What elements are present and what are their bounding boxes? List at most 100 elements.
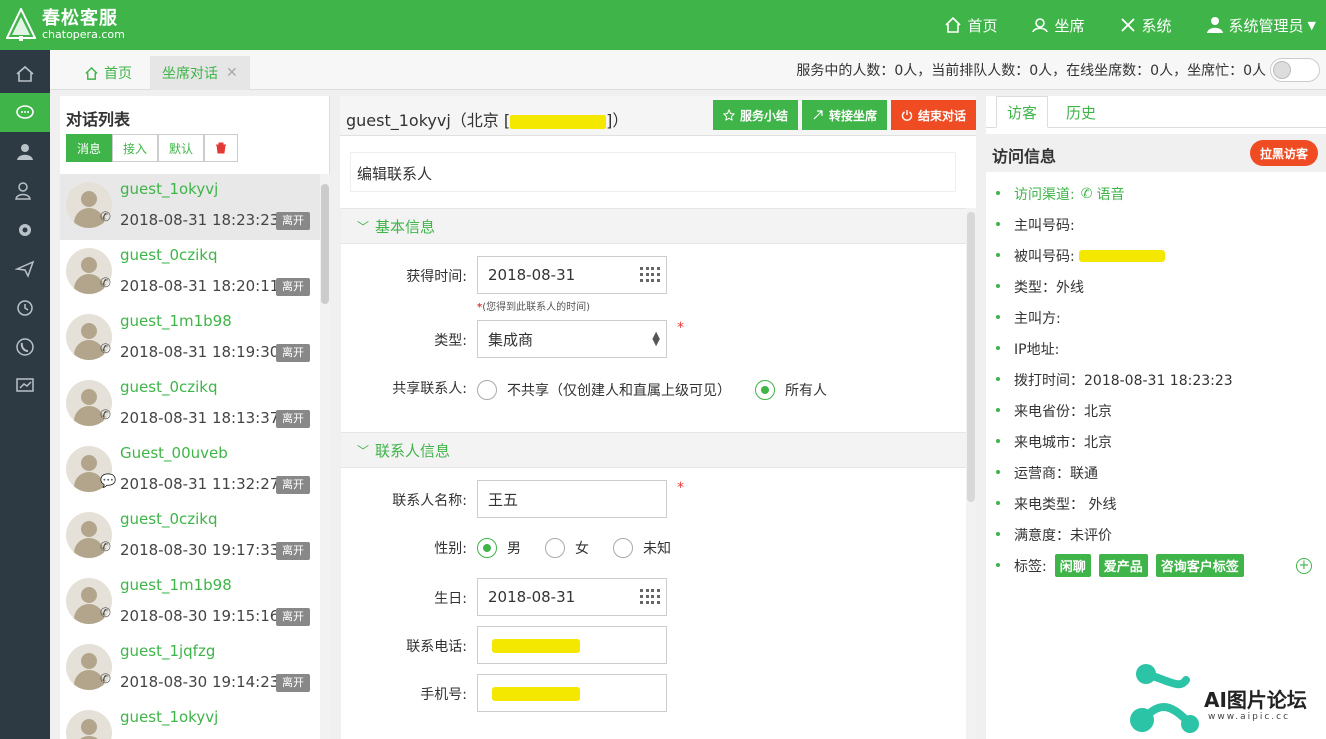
- conversation-item[interactable]: ✆guest_1okyvj: [60, 702, 320, 739]
- status-badge: 离开: [276, 410, 310, 428]
- conversation-scrollbar[interactable]: [320, 174, 330, 739]
- form-scrollbar[interactable]: [966, 208, 976, 739]
- conversation-name: guest_0czikq: [120, 510, 218, 528]
- rail-chat[interactable]: [0, 93, 50, 132]
- edit-contact-title: 编辑联系人: [350, 152, 956, 192]
- obtain-time-value: 2018-08-31: [488, 266, 576, 284]
- watermark-logo-icon: [1130, 664, 1199, 733]
- filter-default-button[interactable]: 默认: [158, 134, 205, 162]
- home-icon: [945, 16, 962, 33]
- side-rail: [0, 50, 50, 739]
- delete-button[interactable]: [204, 134, 239, 162]
- tab-agent-chat[interactable]: 坐席对话 ✕: [150, 56, 250, 90]
- conversation-time: 2018-08-31 11:32:27: [120, 475, 280, 493]
- logo-subtitle: chatopera.com: [42, 28, 125, 41]
- chevron-down-icon: ﹀: [357, 219, 370, 234]
- rail-send[interactable]: [0, 249, 50, 288]
- transfer-agent-button[interactable]: 转接坐席: [801, 100, 887, 130]
- pine-tree-logo-icon: [6, 8, 36, 41]
- home-icon: [16, 65, 34, 82]
- conversation-name: guest_1okyvj: [120, 708, 219, 726]
- conversation-item[interactable]: ✆ guest_1okyvj 2018-08-31 18:23:23 离开: [60, 174, 320, 240]
- chat-header: guest_1okyvj（北京 []） 服务小结 转接坐席 结束对话: [340, 96, 976, 136]
- chat-bubble-icon: [16, 104, 34, 119]
- basic-info-section[interactable]: ﹀ 基本信息: [341, 208, 966, 244]
- status-badge: 离开: [276, 212, 310, 230]
- radio-checked-icon: [755, 380, 775, 400]
- tag-chip[interactable]: 爱产品: [1098, 554, 1148, 577]
- rail-contacts[interactable]: [0, 171, 50, 210]
- watermark: AI图片论坛 www.aipic.cc: [1128, 660, 1326, 739]
- obtain-time-hint: *(您得到此联系人的时间): [477, 302, 591, 313]
- nav-agent[interactable]: 坐席: [1031, 15, 1085, 36]
- contact-name-input[interactable]: 王五: [477, 480, 667, 518]
- contacts-icon: [15, 181, 31, 200]
- visitor-panel: 访客 历史 访问信息 拉黑访客 访问渠道: ✆ 语音 主叫号码: 被叫号码: 类…: [986, 96, 1326, 739]
- tag-chip[interactable]: 闲聊: [1054, 554, 1091, 577]
- share-none-radio[interactable]: 不共享（仅创建人和直属上级可见）: [477, 380, 731, 400]
- conversation-item[interactable]: ✆ guest_0czikq 2018-08-30 19:17:33 离开: [60, 504, 320, 570]
- rail-settings[interactable]: [0, 210, 50, 249]
- gender-unknown-label: 未知: [643, 541, 671, 557]
- info-caller: 主叫号码:: [994, 209, 1320, 240]
- contact-name-value: 王五: [488, 490, 519, 509]
- blacklist-visitor-button[interactable]: 拉黑访客: [1249, 140, 1318, 166]
- rail-history[interactable]: [0, 288, 50, 327]
- gender-unknown-radio[interactable]: 未知: [613, 538, 671, 558]
- gender-male-label: 男: [507, 541, 521, 557]
- gender-male-radio[interactable]: 男: [477, 538, 521, 558]
- tab-visitor[interactable]: 访客: [996, 96, 1049, 128]
- birthday-input[interactable]: 2018-08-31: [477, 578, 667, 616]
- chat-title-prefix: guest_1okyvj（北京 [: [346, 111, 511, 130]
- status-badge: 离开: [276, 608, 310, 626]
- conversation-item[interactable]: ✆ guest_1jqfzg 2018-08-30 19:14:23 离开: [60, 636, 320, 702]
- info-satisfaction: 满意度：未评价: [994, 519, 1320, 550]
- conversation-item[interactable]: 💬 Guest_00uveb 2018-08-31 11:32:27 离开: [60, 438, 320, 504]
- tab-history[interactable]: 历史: [1056, 96, 1106, 128]
- close-icon[interactable]: ✕: [226, 65, 238, 81]
- service-status: 服务中的人数：0人，当前排队人数：0人，在线坐席数：0人，坐席忙：0人: [796, 63, 1266, 79]
- filter-accept-button[interactable]: 接入: [112, 134, 159, 162]
- share-all-radio[interactable]: 所有人: [755, 380, 827, 400]
- rail-phone[interactable]: [0, 327, 50, 366]
- end-chat-button[interactable]: 结束对话: [890, 100, 976, 130]
- required-mark: *: [677, 480, 684, 496]
- basic-info-label: 基本信息: [375, 217, 436, 236]
- calendar-icon[interactable]: [640, 589, 660, 605]
- chevron-down-icon: ﹀: [357, 443, 370, 458]
- logo[interactable]: 春松客服 chatopera.com: [6, 8, 125, 42]
- info-tags: 标签: 闲聊 爱产品 咨询客户标签 +: [994, 550, 1320, 581]
- visit-info-list: 访问渠道: ✆ 语音 主叫号码: 被叫号码: 类型：外线 主叫方: IP地址: …: [994, 178, 1320, 581]
- busy-toggle[interactable]: [1270, 58, 1320, 82]
- watermark-url: www.aipic.cc: [1208, 712, 1291, 722]
- service-summary-button[interactable]: 服务小结: [712, 100, 798, 130]
- obtain-time-input[interactable]: 2018-08-31: [477, 256, 667, 294]
- info-channel: 访问渠道: ✆ 语音: [994, 178, 1320, 209]
- nav-system[interactable]: 系统: [1119, 15, 1172, 36]
- mobile-input[interactable]: [477, 674, 667, 712]
- conversation-item[interactable]: ✆ guest_1m1b98 2018-08-30 19:15:16 离开: [60, 570, 320, 636]
- conversation-item[interactable]: ✆ guest_1m1b98 2018-08-31 18:19:30 离开: [60, 306, 320, 372]
- rail-user[interactable]: [0, 132, 50, 171]
- calendar-icon[interactable]: [640, 267, 660, 283]
- contact-info-section[interactable]: ﹀ 联系人信息: [341, 432, 966, 468]
- add-tag-icon[interactable]: +: [1296, 558, 1312, 574]
- type-select[interactable]: 集成商 ▲ ▼: [477, 320, 667, 358]
- nav-home[interactable]: 首页: [944, 15, 997, 36]
- phone-input[interactable]: [477, 626, 667, 664]
- conversation-name: guest_1jqfzg: [120, 642, 216, 660]
- rail-home[interactable]: [0, 54, 50, 93]
- gender-female-radio[interactable]: 女: [545, 538, 589, 558]
- tag-chip[interactable]: 咨询客户标签: [1155, 554, 1244, 577]
- share-label: 共享联系人:: [392, 381, 467, 397]
- filter-message-button[interactable]: 消息: [66, 134, 113, 162]
- nav-user-menu[interactable]: 系统管理员 ▼: [1206, 15, 1316, 36]
- conversation-item[interactable]: ✆ guest_0czikq 2018-08-31 18:20:11 离开: [60, 240, 320, 306]
- avatar: [66, 710, 112, 739]
- tab-home[interactable]: 首页: [72, 56, 144, 90]
- birthday-label: 生日:: [434, 591, 467, 607]
- visit-info-header: 访问信息 拉黑访客: [986, 134, 1326, 172]
- top-nav: 首页 坐席 系统 系统管理员 ▼: [910, 0, 1316, 50]
- conversation-item[interactable]: ✆ guest_0czikq 2018-08-31 18:13:37 离开: [60, 372, 320, 438]
- rail-report[interactable]: [0, 366, 50, 405]
